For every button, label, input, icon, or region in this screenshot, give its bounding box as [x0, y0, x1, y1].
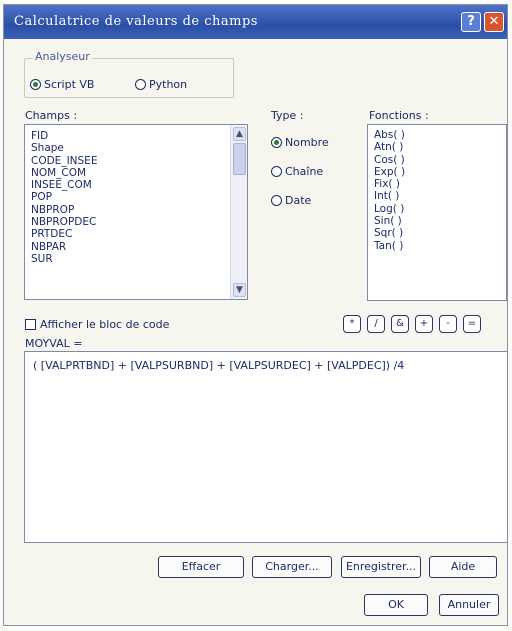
operator-equals-button[interactable]: =: [463, 315, 481, 333]
list-item[interactable]: NBPROPDEC: [25, 216, 247, 228]
show-code-block-label: Afficher le bloc de code: [40, 318, 170, 331]
list-item[interactable]: Cos( ): [368, 154, 506, 166]
radio-string-label: Chaîne: [285, 165, 324, 178]
expression-text: ( [VALPRTBND] + [VALPSURBND] + [VALPSURD…: [33, 359, 405, 372]
radio-number[interactable]: Nombre: [271, 136, 329, 149]
radio-unselected-icon: [271, 166, 282, 177]
help-button[interactable]: Aide: [429, 556, 497, 578]
radio-unselected-icon: [271, 195, 282, 206]
checkbox-icon: [25, 319, 36, 330]
radio-python-label: Python: [149, 78, 188, 91]
functions-list[interactable]: Abs( ) Atn( ) Cos( ) Exp( ) Fix( ) Int( …: [367, 124, 507, 301]
list-item[interactable]: Sqr( ): [368, 227, 506, 239]
list-item[interactable]: NOM_COM: [25, 167, 247, 179]
type-label: Type :: [271, 109, 304, 122]
operator-divide-button[interactable]: /: [367, 315, 385, 333]
list-item[interactable]: Int( ): [368, 190, 506, 202]
radio-selected-icon: [30, 79, 41, 90]
list-item[interactable]: INSEE_COM: [25, 179, 247, 191]
scroll-down-icon[interactable]: ▼: [233, 283, 246, 297]
show-code-block-checkbox[interactable]: Afficher le bloc de code: [25, 318, 169, 331]
list-item[interactable]: NBPAR: [25, 241, 247, 253]
radio-date-label: Date: [285, 194, 312, 207]
ok-button[interactable]: OK: [364, 594, 428, 616]
list-item[interactable]: Abs( ): [368, 129, 506, 141]
expression-label: MOYVAL =: [25, 337, 83, 350]
radio-script-vb-label: Script VB: [44, 78, 95, 91]
list-item[interactable]: Fix( ): [368, 178, 506, 190]
list-item[interactable]: CODE_INSEE: [25, 155, 247, 167]
list-item[interactable]: POP: [25, 191, 247, 203]
list-item[interactable]: SUR: [25, 253, 247, 265]
radio-date[interactable]: Date: [271, 194, 311, 207]
list-item[interactable]: Log( ): [368, 203, 506, 215]
list-item[interactable]: PRTDEC: [25, 228, 247, 240]
radio-string[interactable]: Chaîne: [271, 165, 323, 178]
radio-script-vb[interactable]: Script VB: [30, 78, 94, 91]
functions-label: Fonctions :: [369, 109, 429, 122]
radio-selected-icon: [271, 137, 282, 148]
save-button[interactable]: Enregistrer...: [341, 556, 421, 578]
expression-input[interactable]: ( [VALPRTBND] + [VALPSURBND] + [VALPSURD…: [24, 351, 508, 543]
fields-label: Champs :: [25, 109, 78, 122]
load-button[interactable]: Charger...: [252, 556, 332, 578]
cancel-button[interactable]: Annuler: [439, 594, 499, 616]
list-item[interactable]: Tan( ): [368, 240, 506, 252]
list-item[interactable]: Sin( ): [368, 215, 506, 227]
list-item[interactable]: Exp( ): [368, 166, 506, 178]
list-item[interactable]: Shape: [25, 142, 247, 154]
parser-label: Analyseur: [33, 50, 92, 63]
operator-plus-button[interactable]: +: [415, 315, 433, 333]
title-bar: Calculatrice de valeurs de champs ? ✕: [4, 5, 507, 39]
help-icon[interactable]: ?: [461, 12, 481, 32]
operator-minus-button[interactable]: -: [439, 315, 457, 333]
radio-number-label: Nombre: [285, 136, 329, 149]
list-item[interactable]: NBPROP: [25, 204, 247, 216]
radio-python[interactable]: Python: [135, 78, 187, 91]
fields-scrollbar[interactable]: ▲ ▼: [230, 125, 247, 299]
operator-ampersand-button[interactable]: &: [391, 315, 409, 333]
list-item[interactable]: FID: [25, 130, 247, 142]
clear-button[interactable]: Effacer: [158, 556, 244, 578]
window-title: Calculatrice de valeurs de champs: [14, 14, 258, 29]
operator-multiply-button[interactable]: *: [343, 315, 361, 333]
close-icon[interactable]: ✕: [484, 12, 504, 32]
radio-unselected-icon: [135, 79, 146, 90]
fields-list[interactable]: FID Shape CODE_INSEE NOM_COM INSEE_COM P…: [24, 124, 248, 300]
scroll-up-icon[interactable]: ▲: [233, 127, 246, 141]
list-item[interactable]: Atn( ): [368, 141, 506, 153]
scroll-thumb[interactable]: [233, 143, 246, 175]
